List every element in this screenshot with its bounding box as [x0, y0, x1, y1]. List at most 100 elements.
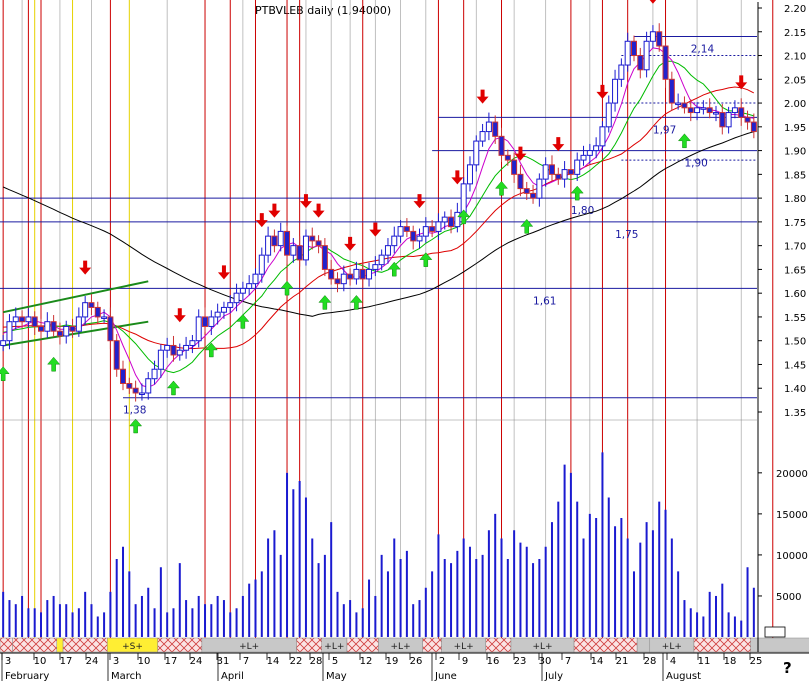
candle-body — [719, 112, 726, 128]
candle-body — [630, 40, 637, 57]
candle-body — [347, 273, 354, 280]
candle-body — [580, 154, 587, 161]
candle-body — [31, 316, 38, 327]
price-tick-label: 2.15 — [784, 28, 806, 39]
day-label: 25 — [750, 656, 763, 667]
candle-body — [296, 245, 303, 261]
day-label: 28 — [644, 656, 657, 667]
candle-body — [391, 235, 398, 247]
candle-body — [277, 230, 284, 247]
candle-body — [252, 273, 259, 285]
candle-body — [498, 135, 505, 156]
level-label: 1,75 — [615, 229, 638, 241]
candle-body — [738, 107, 745, 118]
candle-body — [694, 107, 701, 114]
candle-body — [744, 116, 751, 123]
signal-segment — [346, 637, 379, 653]
day-label: 30 — [539, 656, 552, 667]
candle-body — [378, 254, 385, 266]
candle-body — [82, 302, 89, 318]
candle-body — [441, 216, 448, 223]
candle-body — [25, 316, 32, 323]
signal-segment — [636, 637, 651, 653]
candle-body — [403, 226, 410, 232]
month-label: August — [666, 671, 701, 681]
candle-body — [302, 235, 309, 261]
small-indicator-box — [764, 626, 786, 638]
candle-body — [183, 344, 190, 351]
candle-body — [372, 264, 379, 270]
candle-body — [126, 382, 133, 389]
day-label: 21 — [616, 656, 629, 667]
day-label: 24 — [190, 656, 203, 667]
candle-body — [321, 245, 328, 270]
price-tick-label: 1.65 — [784, 265, 806, 276]
month-label: February — [5, 671, 49, 681]
month-label: March — [111, 671, 141, 681]
signal-label: +L+ — [324, 642, 344, 652]
price-tick-label: 1.70 — [784, 242, 806, 253]
price-tick-label: 1.60 — [784, 289, 806, 300]
day-label: 2 — [439, 656, 445, 667]
candle-body — [309, 235, 316, 242]
candle-body — [56, 330, 63, 337]
signal-segment — [573, 637, 638, 653]
level-label: 1,90 — [684, 158, 707, 170]
candle-body — [359, 268, 366, 280]
candle-body — [605, 102, 612, 128]
candle-body — [157, 349, 164, 370]
candle-body — [567, 169, 574, 175]
signal-label: +L+ — [391, 642, 411, 652]
chart-header: PTBVLEB daily (1,94000) — [255, 4, 391, 17]
level-label: 2,14 — [691, 44, 715, 56]
price-tick-label: 1.50 — [784, 337, 806, 348]
candle-body — [397, 226, 404, 237]
signal-label: +L+ — [532, 642, 552, 652]
level-label: 1,38 — [123, 405, 146, 417]
candle-body — [586, 150, 593, 156]
candle-body — [700, 107, 707, 110]
candle-body — [233, 292, 240, 304]
candle-body — [101, 316, 108, 319]
candle-body — [239, 287, 246, 294]
candle-body — [511, 159, 518, 175]
candle-body — [649, 31, 656, 42]
candle-body — [448, 216, 455, 228]
price-tick-label: 1.35 — [784, 408, 806, 419]
candle-body — [170, 344, 177, 356]
price-tick-label: 1.75 — [784, 218, 806, 229]
day-label: 5 — [332, 656, 338, 667]
candle-body — [479, 131, 486, 142]
candle-body — [258, 254, 265, 275]
candle-body — [328, 268, 335, 280]
price-tick-label: 1.40 — [784, 384, 806, 395]
volume-tick-label: 15000 — [776, 510, 808, 521]
signal-segment — [62, 637, 108, 653]
candle-body — [675, 102, 682, 106]
candle-body — [561, 169, 568, 180]
candle-body — [145, 378, 152, 394]
candle-body — [681, 102, 688, 109]
day-label: 3 — [113, 656, 119, 667]
signal-label: +S+ — [122, 642, 143, 652]
day-label: 17 — [165, 656, 178, 667]
candle-body — [662, 45, 669, 80]
candle-body — [132, 387, 139, 394]
day-label: 12 — [360, 656, 373, 667]
volume-tick-label: 20000 — [776, 469, 808, 480]
candle-body — [656, 31, 663, 47]
day-label: 31 — [217, 656, 230, 667]
candle-body — [612, 78, 619, 104]
candle-body — [19, 316, 26, 323]
price-tick-label: 1.80 — [784, 194, 806, 205]
month-label: June — [434, 671, 457, 681]
candle-body — [138, 392, 145, 395]
volume-tick-label: 10000 — [776, 551, 808, 562]
month-label: April — [221, 671, 244, 681]
level-label: 1,61 — [533, 295, 556, 307]
signal-segment — [12, 637, 58, 653]
candle-body — [599, 126, 606, 147]
day-label: 16 — [487, 656, 500, 667]
candle-body — [246, 283, 253, 289]
day-label: 7 — [243, 656, 249, 667]
